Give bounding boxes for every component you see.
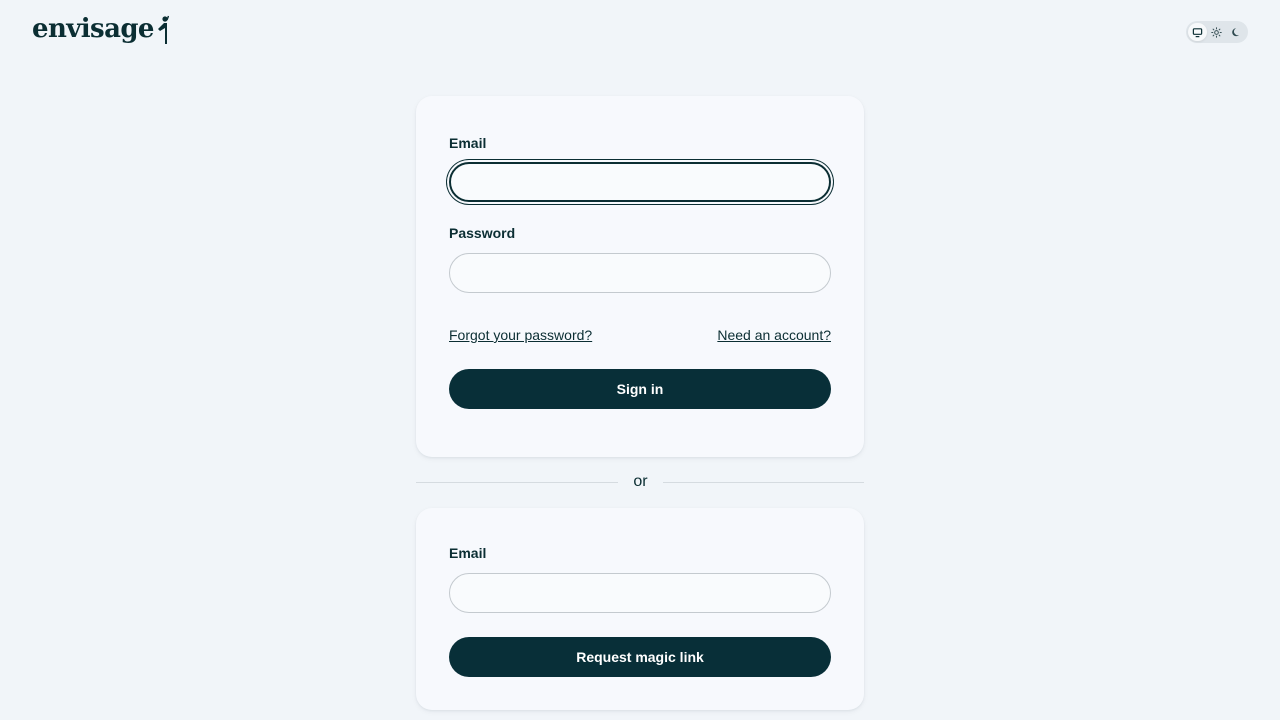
theme-system-button[interactable] bbox=[1188, 23, 1208, 41]
request-magic-link-button[interactable]: Request magic link bbox=[449, 637, 831, 677]
theme-light-button[interactable] bbox=[1207, 23, 1226, 41]
monitor-icon bbox=[1192, 27, 1203, 37]
moon-icon bbox=[1232, 27, 1239, 36]
theme-switcher bbox=[1186, 21, 1248, 43]
envisage-logo[interactable]: envisage bbox=[32, 12, 169, 46]
sun-icon bbox=[1211, 26, 1223, 38]
forgot-password-link[interactable]: Forgot your password? bbox=[449, 327, 592, 343]
magic-email-input[interactable] bbox=[449, 573, 831, 613]
logo-text: envisage bbox=[32, 14, 154, 44]
email-input[interactable] bbox=[449, 162, 831, 202]
divider-line-left bbox=[416, 481, 618, 483]
logo-figure-icon bbox=[157, 15, 169, 44]
theme-dark-button[interactable] bbox=[1227, 23, 1246, 41]
magic-email-label: Email bbox=[449, 545, 487, 561]
or-divider: or bbox=[416, 470, 864, 494]
password-input[interactable] bbox=[449, 253, 831, 293]
password-label: Password bbox=[449, 225, 516, 241]
need-account-link[interactable]: Need an account? bbox=[717, 327, 831, 343]
email-label: Email bbox=[449, 135, 487, 151]
magic-link-card: Email Request magic link bbox=[416, 508, 864, 710]
divider-text: or bbox=[633, 473, 648, 490]
sign-in-button[interactable]: Sign in bbox=[449, 369, 831, 409]
divider-line-right bbox=[663, 481, 864, 483]
password-login-card: Email Password Forgot your password? Nee… bbox=[416, 96, 864, 457]
